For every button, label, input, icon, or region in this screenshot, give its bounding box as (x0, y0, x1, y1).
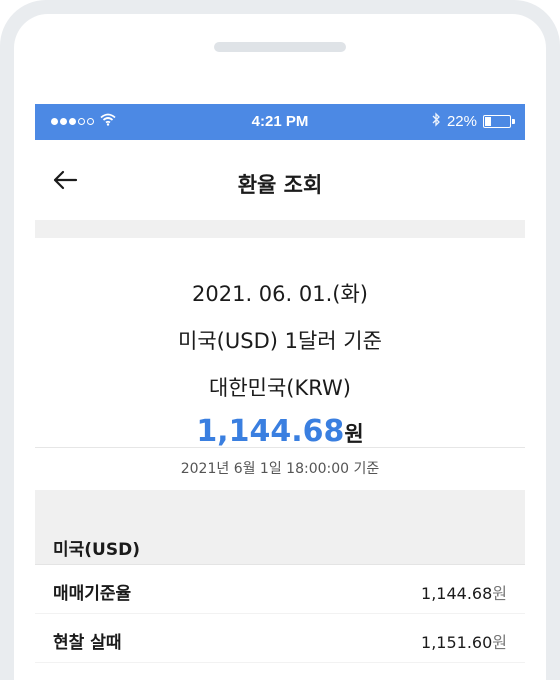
screen: 4:21 PM 22% 환율 조회 2021. 06. 01.(화) 미국(US… (35, 104, 525, 680)
page-title: 환율 조회 (237, 173, 323, 197)
divider-band (35, 220, 525, 238)
row-unit: 원 (492, 584, 507, 603)
section-header: 미국(USD) (35, 490, 525, 565)
row-label: 현찰 살때 (53, 633, 122, 653)
row-value: 1,151.60원 (421, 629, 507, 653)
row-amount: 1,144.68 (421, 584, 493, 603)
speaker-slot (214, 42, 346, 52)
rate-basis: 미국(USD) 1달러 기준 (178, 329, 382, 353)
rate-summary: 2021. 06. 01.(화) 미국(USD) 1달러 기준 대한민국(KRW… (35, 238, 525, 449)
row-unit: 원 (492, 633, 507, 652)
rate-row: 현찰 살때 1,151.60원 (35, 614, 525, 663)
rate-date: 2021. 06. 01.(화) (192, 282, 368, 306)
row-amount: 1,151.60 (421, 633, 493, 652)
rate-unit: 원 (344, 422, 364, 446)
nav-bar: 환율 조회 (35, 140, 525, 220)
status-right: 22% (431, 112, 515, 131)
battery-icon (483, 115, 515, 128)
rate-timestamp: 2021년 6월 1일 18:00:00 기준 (180, 461, 380, 477)
status-bar: 4:21 PM 22% (35, 104, 525, 140)
section-title: 미국(USD) (53, 540, 140, 560)
row-value: 1,144.68원 (421, 580, 507, 604)
rate-value: 1,144.68 (196, 414, 345, 449)
bluetooth-icon (431, 112, 441, 131)
rate-value-line: 1,144.68원 (35, 414, 525, 449)
rate-target-currency: 대한민국(KRW) (209, 376, 351, 400)
row-label: 매매기준율 (53, 584, 132, 604)
battery-percent: 22% (446, 113, 477, 130)
rate-row: 매매기준율 1,144.68원 (35, 565, 525, 614)
